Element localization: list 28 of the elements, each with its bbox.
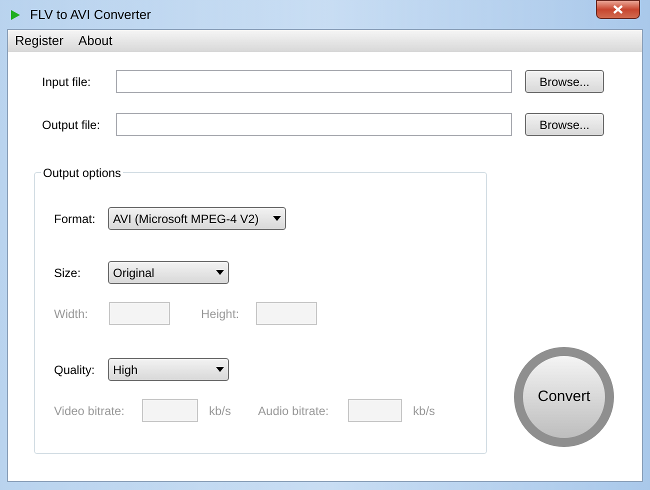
browse-button[interactable]: Browse... xyxy=(525,113,604,136)
close-button[interactable] xyxy=(596,0,640,19)
format-label: Format: xyxy=(54,210,96,228)
size-dropdown[interactable]: Original xyxy=(108,261,229,284)
file-path-field[interactable] xyxy=(116,70,512,93)
bitrate-label: Video bitrate: xyxy=(54,402,126,420)
convert-button[interactable]: Convert xyxy=(514,347,614,447)
format-dropdown[interactable]: AVI (Microsoft MPEG-4 V2) xyxy=(108,207,286,230)
dropdown-arrow-icon xyxy=(216,367,224,372)
quality-dropdown[interactable]: High xyxy=(108,358,229,381)
browse-button[interactable]: Browse... xyxy=(525,70,604,93)
field-label: Input file: xyxy=(42,74,92,90)
dimension-label: Width: xyxy=(54,306,90,322)
file-path-field[interactable] xyxy=(116,113,512,136)
unit-label: kb/s xyxy=(413,402,436,420)
unit-label: kb/s xyxy=(209,402,232,420)
window-title: FLV to AVI Converter xyxy=(30,6,151,24)
field-label: Output file: xyxy=(42,116,102,134)
play-icon xyxy=(11,10,20,20)
close-icon xyxy=(613,5,623,14)
dropdown-arrow-icon xyxy=(273,216,281,221)
dimension-label: Height: xyxy=(201,306,240,322)
bitrate-label: Audio bitrate: xyxy=(258,402,330,420)
size-label: Size: xyxy=(54,264,82,282)
menu-item[interactable]: Register xyxy=(15,31,64,51)
quality-label: Quality: xyxy=(54,362,96,378)
dropdown-arrow-icon xyxy=(216,270,224,275)
menu-item[interactable]: About xyxy=(78,31,112,51)
